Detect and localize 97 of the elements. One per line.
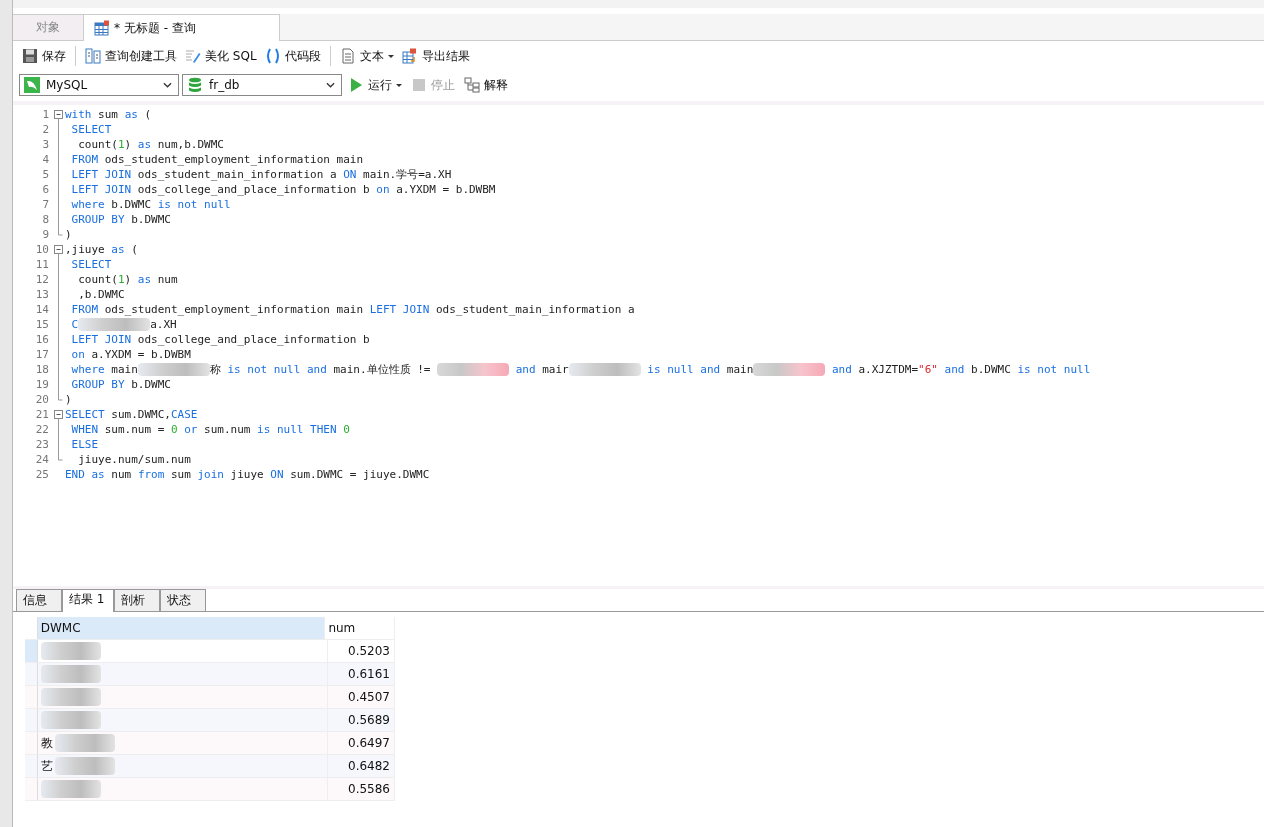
result-row[interactable]: 0.4507 xyxy=(25,686,395,709)
line-number: 21 xyxy=(34,408,50,421)
fold-toggle-icon[interactable] xyxy=(53,242,64,257)
line-number: 9 xyxy=(41,228,50,241)
code-line: WHEN sum.num = 0 or sum.num is null THEN 0 xyxy=(70,423,350,436)
code-line: LEFT JOIN ods_student_main_information a ON main.学号=a.XH xyxy=(70,167,452,182)
table-cell: 教 xyxy=(40,734,53,752)
line-number: 4 xyxy=(41,153,50,166)
action-button[interactable]: 解释 xyxy=(461,74,511,96)
toolbar-button[interactable]: 保存 xyxy=(19,45,69,67)
table-cell: 0.4507 xyxy=(348,690,390,704)
result-tab[interactable]: 剖析 xyxy=(114,589,160,611)
code-line: ) xyxy=(64,393,72,406)
explain-icon xyxy=(464,77,480,93)
line-number: 20 xyxy=(34,393,50,406)
code-line: LEFT JOIN ods_college_and_place_information b on a.YXDM = b.DWBM xyxy=(70,183,496,196)
table-cell: 0.6161 xyxy=(348,667,390,681)
result-row[interactable]: 艺 0.6482 xyxy=(25,755,395,778)
code-line: ,b.DWMC xyxy=(77,288,125,301)
document-tab[interactable]: * 无标题 - 查询 xyxy=(83,14,280,41)
result-tab[interactable]: 信息 xyxy=(16,589,62,611)
line-number: 15 xyxy=(34,318,50,331)
line-number: 14 xyxy=(34,303,50,316)
column-header[interactable]: DWMC xyxy=(37,617,326,639)
result-row[interactable]: 教 0.6497 xyxy=(25,732,395,755)
code-line: on a.YXDM = b.DWBM xyxy=(70,348,191,361)
table-cell: 0.5203 xyxy=(348,644,390,658)
query-builder-icon xyxy=(85,48,101,64)
line-number: 13 xyxy=(34,288,50,301)
database-icon xyxy=(187,77,203,93)
code-line: ELSE xyxy=(70,438,99,451)
play-icon xyxy=(348,77,364,93)
code-line: SELECT sum.DWMC,CASE xyxy=(64,408,198,421)
toolbar-button[interactable]: 文本 xyxy=(336,45,397,67)
table-cell: 0.5586 xyxy=(348,782,390,796)
line-number: 22 xyxy=(34,423,50,436)
result-row[interactable]: 0.5586 xyxy=(25,778,395,801)
toolbar-button[interactable]: 查询创建工具 xyxy=(82,45,180,67)
line-number: 7 xyxy=(41,198,50,211)
code-line: where b.DWMC is not null xyxy=(70,198,231,211)
parentheses-icon xyxy=(264,48,281,64)
action-button[interactable]: 运行 xyxy=(345,74,405,96)
toolbar-button[interactable]: 导出结果 xyxy=(398,45,473,67)
result-row[interactable]: 0.5203 xyxy=(25,640,395,663)
toolbar-button[interactable]: 美化 SQL xyxy=(182,45,260,67)
fold-toggle-icon[interactable] xyxy=(53,407,64,422)
code-line: count(1) as num xyxy=(77,273,178,286)
line-number: 6 xyxy=(41,183,50,196)
table-cell: 0.5689 xyxy=(348,713,390,727)
chevron-down-icon xyxy=(326,82,335,88)
code-line: jiuye.num/sum.num xyxy=(77,453,191,466)
code-line: GROUP BY b.DWMC xyxy=(70,378,171,391)
line-number: 18 xyxy=(34,363,50,376)
table-icon xyxy=(94,20,110,36)
code-line: C a.XH xyxy=(70,318,177,331)
line-number: 5 xyxy=(41,168,50,181)
code-line: FROM ods_student_employment_information main LEFT JOIN ods_student_main_information a xyxy=(70,303,635,316)
document-icon xyxy=(339,48,356,64)
table-cell: 艺 xyxy=(40,757,53,775)
chevron-down-icon xyxy=(163,82,172,88)
toolbar-button[interactable]: 代码段 xyxy=(261,45,324,67)
line-number: 1 xyxy=(41,108,50,121)
database-select[interactable]: fr_db xyxy=(182,74,342,96)
code-line: with sum as ( xyxy=(64,108,152,121)
line-number: 8 xyxy=(41,213,50,226)
line-number: 2 xyxy=(41,123,50,136)
result-tab[interactable]: 结果 1 xyxy=(62,589,114,612)
code-line: SELECT xyxy=(70,258,112,271)
fold-toggle-icon[interactable] xyxy=(53,107,64,122)
export-icon xyxy=(401,48,418,64)
line-number: 19 xyxy=(34,378,50,391)
code-line: ) xyxy=(64,228,72,241)
stop-icon xyxy=(411,77,427,93)
code-line: GROUP BY b.DWMC xyxy=(70,213,171,226)
line-number: 3 xyxy=(41,138,50,151)
code-line: where main 称 is not null and main.单位性质 != and mair is null and main and a.XJZTDM="6" and b.DWMC is not null xyxy=(70,362,1091,377)
line-number: 25 xyxy=(34,468,50,481)
line-number: 12 xyxy=(34,273,50,286)
code-line: LEFT JOIN ods_college_and_place_information b xyxy=(70,333,370,346)
code-line: SELECT xyxy=(70,123,112,136)
result-tab[interactable]: 状态 xyxy=(160,589,206,611)
line-number: 16 xyxy=(34,333,50,346)
result-row[interactable]: 0.5689 xyxy=(25,709,395,732)
code-line: ,jiuye as ( xyxy=(64,243,138,256)
line-number: 17 xyxy=(34,348,50,361)
line-number: 11 xyxy=(34,258,50,271)
code-line: count(1) as num,b.DWMC xyxy=(77,138,224,151)
result-row[interactable]: 0.6161 xyxy=(25,663,395,686)
line-number: 23 xyxy=(34,438,50,451)
line-number: 10 xyxy=(34,243,50,256)
connection-select[interactable]: MySQL xyxy=(19,74,179,96)
table-cell: 0.6482 xyxy=(348,759,390,773)
code-line: FROM ods_student_employment_information main xyxy=(70,153,364,166)
table-cell: 0.6497 xyxy=(348,736,390,750)
brush-icon xyxy=(185,48,201,64)
line-number: 24 xyxy=(34,453,50,466)
code-line: END as num from sum join jiuye ON sum.DWMC = jiuye.DWMC xyxy=(64,468,430,481)
